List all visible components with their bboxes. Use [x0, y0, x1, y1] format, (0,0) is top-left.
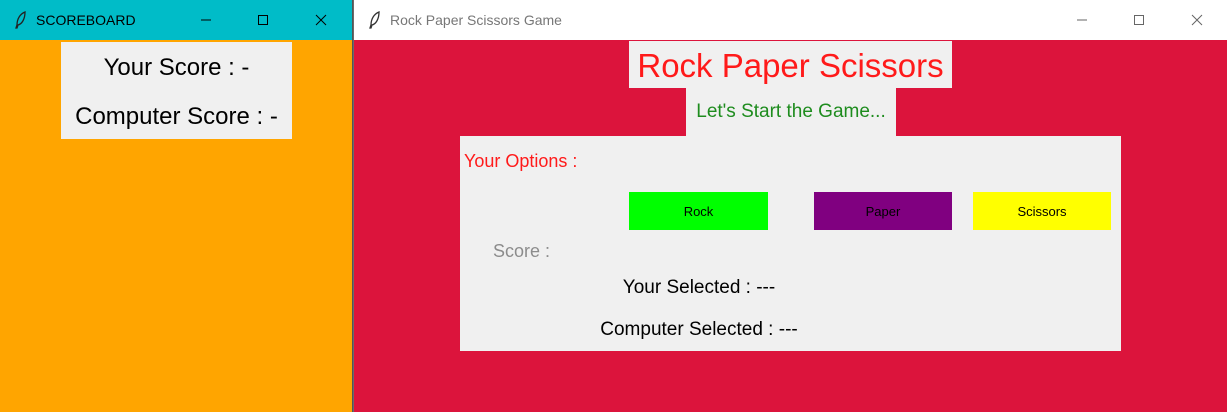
paper-button[interactable]: Paper [814, 192, 952, 230]
options-label: Your Options : [464, 151, 578, 171]
minimize-icon [1077, 19, 1087, 21]
minimize-button[interactable] [1059, 0, 1105, 40]
maximize-icon [258, 15, 268, 25]
close-button[interactable] [298, 0, 344, 40]
close-button[interactable] [1174, 0, 1220, 40]
scoreboard-window: SCOREBOARD Your Score : - Computer Score… [0, 0, 353, 412]
your-score-label: Your Score : - [103, 54, 250, 81]
subheading-box: Let's Start the Game... [686, 88, 896, 136]
game-title: Rock Paper Scissors Game [390, 12, 562, 28]
maximize-button[interactable] [240, 0, 286, 40]
game-titlebar[interactable]: Rock Paper Scissors Game [354, 0, 1227, 40]
scissors-button[interactable]: Scissors [973, 192, 1111, 230]
rock-button[interactable]: Rock [629, 192, 768, 230]
feather-icon [15, 11, 26, 29]
page-title: Rock Paper Scissors [637, 47, 944, 84]
scoreboard-title: SCOREBOARD [36, 12, 136, 28]
heading-box: Rock Paper Scissors [629, 41, 952, 88]
computer-selected-label: Computer Selected : --- [600, 319, 798, 340]
feather-icon [369, 11, 380, 29]
subheading: Let's Start the Game... [696, 101, 886, 122]
computer-score-label: Computer Score : - [75, 103, 278, 130]
close-icon [1191, 14, 1203, 26]
minimize-icon [201, 19, 211, 21]
maximize-button[interactable] [1116, 0, 1162, 40]
scoreboard-titlebar[interactable]: SCOREBOARD [0, 0, 352, 40]
close-icon [315, 14, 327, 26]
game-window: Rock Paper Scissors Game Rock Paper Scis… [354, 0, 1227, 412]
game-panel: Your Options : Rock Paper Scissors Score… [460, 136, 1121, 351]
scoreboard-panel: Your Score : - Computer Score : - [61, 42, 292, 139]
minimize-button[interactable] [183, 0, 229, 40]
maximize-icon [1134, 15, 1144, 25]
your-selected-label: Your Selected : --- [622, 277, 776, 298]
score-label: Score : [493, 241, 551, 261]
